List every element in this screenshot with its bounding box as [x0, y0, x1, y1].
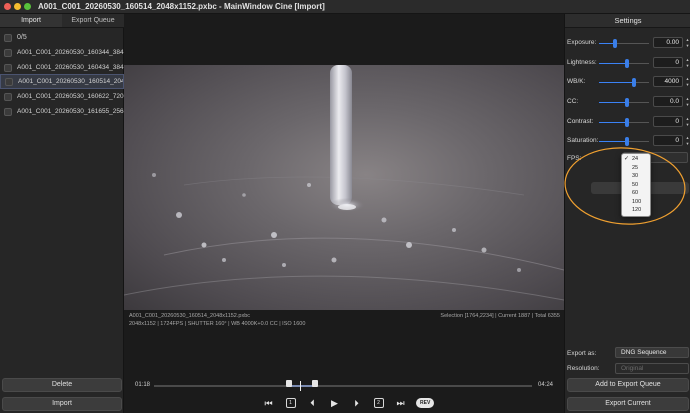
skip-to-start-icon[interactable]: ⏮: [262, 397, 275, 410]
clip-panel: Import Export Queue 0/5 A001_C001_202605…: [0, 14, 124, 413]
export-current-button[interactable]: Export Current: [567, 397, 689, 411]
cc-stepper[interactable]: ▴ ▾: [685, 96, 690, 107]
lightness-field[interactable]: 0: [653, 57, 683, 68]
clip-list-item[interactable]: A001_C001_20260530_160434_384...: [0, 60, 124, 75]
contrast-row: Contrast: 0 ▴ ▾: [565, 115, 690, 129]
tab-import[interactable]: Import: [0, 14, 62, 27]
exposure-slider[interactable]: [599, 39, 649, 48]
lightness-label: Lightness:: [567, 59, 597, 66]
play-icon[interactable]: ▶: [328, 397, 341, 410]
playhead[interactable]: [300, 381, 301, 391]
resolution-select[interactable]: Original: [615, 363, 689, 374]
clip-checkbox[interactable]: [4, 107, 12, 116]
clip-checkbox[interactable]: [4, 92, 12, 101]
exposure-row: Exposure: 0.00 ▴ ▾: [565, 36, 690, 50]
contrast-stepper[interactable]: ▴ ▾: [685, 116, 690, 127]
selection-count: 0/5: [17, 34, 27, 41]
lightness-stepper[interactable]: ▴ ▾: [685, 57, 690, 68]
export-format-select[interactable]: DNG Sequence: [615, 347, 689, 358]
clip-filename: A001_C001_20260530_160514_2048x1152.pxbc: [129, 313, 251, 319]
time-start: 01:18: [135, 382, 151, 388]
wb-row: WB/K: 4000 ▴ ▾: [565, 75, 690, 89]
lightness-slider[interactable]: [599, 59, 649, 68]
clip-name: A001_C001_20260530_160434_384...: [17, 64, 124, 71]
clip-metadata: 2048x1152 | 1724FPS | SHUTTER 160° | WB …: [129, 321, 306, 327]
close-window-button[interactable]: [4, 3, 11, 10]
water-splash-image: [124, 65, 564, 301]
minimize-window-button[interactable]: [14, 3, 21, 10]
clip-list-item[interactable]: A001_C001_20260530_160344_384...: [0, 45, 124, 60]
contrast-slider[interactable]: [599, 118, 649, 127]
delete-button[interactable]: Delete: [2, 378, 122, 392]
in-point-handle[interactable]: [286, 380, 292, 387]
tab-export-queue[interactable]: Export Queue: [62, 14, 124, 27]
cc-field[interactable]: 0.0: [653, 96, 683, 107]
set-mark-1-button[interactable]: 1: [285, 398, 296, 408]
wb-slider[interactable]: [599, 78, 649, 87]
cc-slider[interactable]: [599, 98, 649, 107]
add-to-export-queue-button[interactable]: Add to Export Queue: [567, 378, 689, 392]
wb-field[interactable]: 4000: [653, 76, 683, 87]
select-all-row: 0/5: [0, 30, 124, 45]
lightness-row: Lightness: 0 ▴ ▾: [565, 56, 690, 70]
clip-panel-tabs: Import Export Queue: [0, 14, 124, 28]
settings-title: Settings: [565, 14, 690, 28]
video-preview[interactable]: [124, 65, 564, 310]
step-forward-icon[interactable]: ⏵: [350, 397, 363, 410]
viewer-panel: A001_C001_20260530_160514_2048x1152.pxbc…: [124, 14, 564, 413]
title-bar: A001_C001_20260530_160514_2048x1152.pxbc…: [0, 0, 690, 14]
contrast-label: Contrast:: [567, 118, 594, 125]
timeline-scrubber[interactable]: [154, 380, 532, 391]
clip-list-item[interactable]: A001_C001_20260530_161655_256...: [0, 104, 124, 119]
clip-name: A001_C001_20260530_160622_720...: [17, 93, 124, 100]
settings-panel: Settings Exposure: 0.00 ▴ ▾ Lightness: 0 …: [564, 14, 690, 413]
clip-checkbox[interactable]: [4, 48, 12, 57]
frame-info: Selection [1764,2234] | Current 1887 | T…: [440, 313, 560, 319]
contrast-field[interactable]: 0: [653, 116, 683, 127]
clip-checkbox[interactable]: [4, 63, 12, 72]
wb-label: WB/K:: [567, 78, 586, 85]
wb-stepper[interactable]: ▴ ▾: [685, 76, 690, 87]
clip-name: A001_C001_20260530_161655_256...: [17, 108, 124, 115]
clip-list-item[interactable]: A001_C001_20260530_160622_720...: [0, 89, 124, 104]
time-end: 04:24: [538, 382, 554, 388]
reverse-button[interactable]: REV: [416, 398, 435, 408]
exposure-field[interactable]: 0.00: [653, 37, 683, 48]
resolution-label: Resolution:: [567, 365, 600, 372]
exposure-stepper[interactable]: ▴ ▾: [685, 37, 690, 48]
cc-label: CC:: [567, 98, 579, 105]
maximize-window-button[interactable]: [24, 3, 31, 10]
skip-to-end-icon[interactable]: ⏭: [394, 397, 407, 410]
step-back-icon[interactable]: ⏴: [306, 397, 319, 410]
cc-row: CC: 0.0 ▴ ▾: [565, 95, 690, 109]
select-all-checkbox[interactable]: [4, 33, 12, 42]
set-mark-2-button[interactable]: 2: [373, 398, 384, 408]
annotation-circle: [564, 147, 686, 225]
clip-list-item-selected[interactable]: A001_C001_20260530_160514_204...: [0, 74, 124, 89]
export-as-label: Export as:: [567, 350, 597, 357]
exposure-label: Exposure:: [567, 39, 597, 46]
import-button[interactable]: Import: [2, 397, 122, 411]
window-title: A001_C001_20260530_160514_2048x1152.pxbc…: [38, 2, 325, 11]
clip-name: A001_C001_20260530_160514_204...: [18, 78, 123, 85]
clip-checkbox[interactable]: [5, 77, 13, 86]
clip-name: A001_C001_20260530_160344_384...: [17, 49, 124, 56]
out-point-handle[interactable]: [312, 380, 318, 387]
transport-controls: ⏮ 1 ⏴ ▶ ⏵ 2 ⏭ REV: [262, 396, 435, 410]
